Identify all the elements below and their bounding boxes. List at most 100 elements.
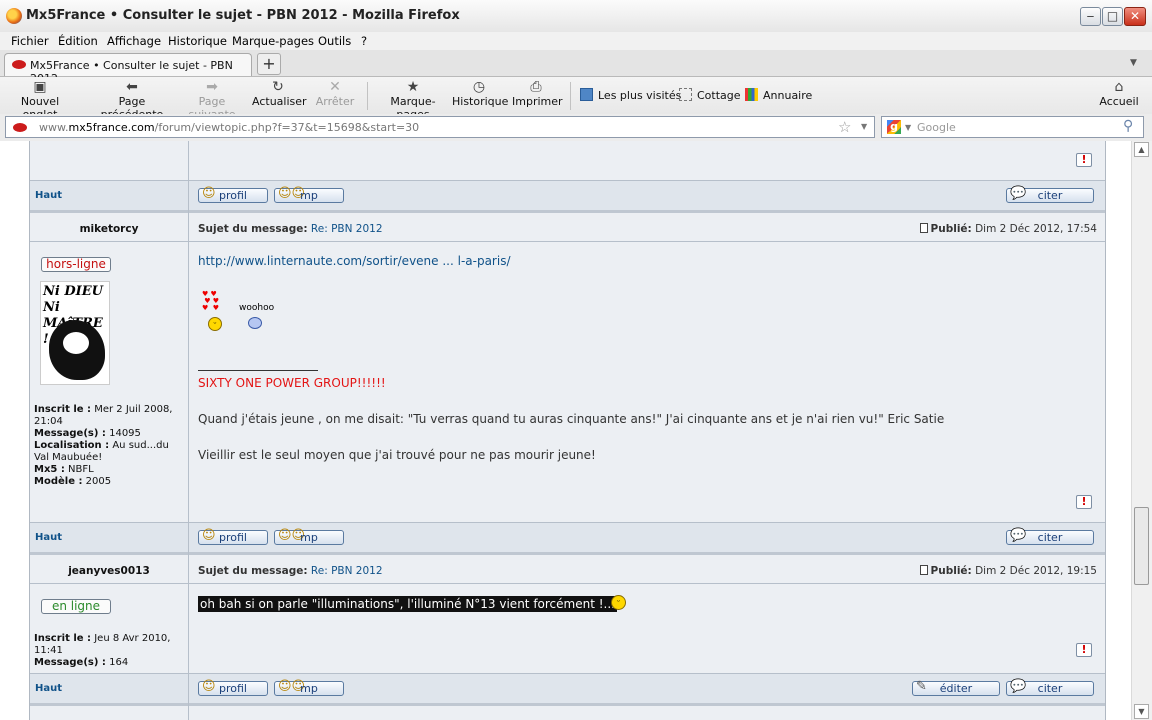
stop-label: Arrêter [315,95,355,108]
avatar-face [61,330,91,356]
bookmark-cottage[interactable]: Cottage [679,88,741,102]
menu-historique[interactable]: Historique [168,34,227,48]
profile-button[interactable]: ☺ profil [198,528,268,545]
minimize-button[interactable]: ‒ [1080,7,1101,26]
post-footer [30,523,1105,552]
bookmark-star-icon[interactable]: ☆ [838,118,851,136]
stop-button[interactable]: ✕ Arrêter [313,79,357,112]
toolbar-separator [570,82,571,110]
back-button[interactable]: ⬅ Page précédente [88,79,176,121]
firefox-logo-icon [6,8,22,24]
edit-button[interactable]: ✎ éditer [912,679,1000,696]
top-link[interactable]: Haut [35,190,62,201]
top-link[interactable]: Haut [35,683,62,694]
profile-button[interactable]: ☺ profil [198,679,268,696]
column-divider [188,141,189,720]
reload-icon: ↻ [272,79,284,95]
history-button[interactable]: ◷ Historique [452,79,508,112]
new-tab-toolbar-button[interactable]: ▣ Nouvel onglet [5,79,75,121]
search-magnifier-icon[interactable]: ⚲ [1123,118,1133,134]
report-button[interactable]: ! [1076,495,1092,509]
speech-bubble-icon: 💬 [1010,186,1027,201]
quote-button[interactable]: 💬 citer [1006,186,1094,203]
bookmark-label: Les plus visités [598,89,682,102]
pm-button[interactable]: ☺☺ mp [274,679,344,696]
prev-post-footer [30,181,1105,210]
bookmark-label: Cottage [697,89,741,102]
window-titlebar: Mx5France • Consulter le sujet - PBN 201… [0,0,1152,33]
menu-help[interactable]: ? [361,34,367,48]
bookmark-annuaire[interactable]: Annuaire [745,88,812,102]
close-button[interactable]: ✕ [1124,7,1146,26]
top-link[interactable]: Haut [35,532,62,543]
bookmark-most-visited[interactable]: Les plus visités [580,88,681,102]
reload-label: Actualiser [252,95,307,108]
post-link[interactable]: http://www.linternaute.com/sortir/evene … [198,254,511,268]
search-engine-dropdown-icon[interactable]: ▼ [905,123,911,132]
forum-topic-table: ! Haut ☺ profil ☺☺ mp 💬 citer miketorcy Suj… [29,141,1106,720]
print-button[interactable]: ⎙ Imprimer [512,79,563,112]
new-tab-icon: ▣ [33,79,47,95]
google-logo-icon[interactable]: g [887,120,901,134]
bookmark-label: Annuaire [763,89,813,102]
user-icon: ☺ [202,186,216,201]
back-arrow-icon: ⬅ [126,79,138,95]
menu-bar: Fichier Édition Affichage Historique Mar… [0,32,1152,50]
next-post-header [30,706,1105,720]
new-tab-button[interactable]: + [257,53,281,75]
quote-button[interactable]: 💬 citer [1006,679,1094,696]
hearts-icon: ♥ ♥ ♥ ♥ ♥ ♥ [202,290,220,312]
user-icon: ☺ [202,679,216,694]
menu-fichier[interactable]: Fichier [11,34,49,48]
post-author[interactable]: jeanyves0013 [30,565,188,577]
window-title: Mx5France • Consulter le sujet - PBN 201… [26,8,460,23]
woohoo-smiley-icon [248,317,262,329]
post-author[interactable]: miketorcy [30,223,188,235]
smiley-caption: woohoo [239,303,275,313]
status-badge: hors-ligne [41,257,111,272]
signature-quote: Quand j'étais jeune , on me disait: "Tu … [198,412,945,426]
scroll-down-icon[interactable]: ▼ [1134,704,1149,719]
author-profile-info: Inscrit le : Mer 2 Juil 2008, 21:04 Mess… [34,404,173,487]
scroll-up-icon[interactable]: ▲ [1134,142,1149,157]
signature-title: SIXTY ONE POWER GROUP!!!!!! [198,376,386,390]
menu-marque-pages[interactable]: Marque-pages [232,34,314,48]
tab-mx5france[interactable]: Mx5France • Consulter le sujet - PBN 201… [4,53,252,85]
menu-outils[interactable]: Outils [318,34,351,48]
search-box[interactable]: g ▼ Google ⚲ [881,116,1144,138]
home-button[interactable]: ⌂ Accueil [1098,79,1140,112]
speech-bubble-icon: 💬 [1010,528,1027,543]
clock-icon: ◷ [472,79,486,95]
reload-button[interactable]: ↻ Actualiser [252,79,307,112]
signature-divider [198,370,318,371]
pm-button[interactable]: ☺☺ mp [274,186,344,203]
post-date: Publié: Dim 2 Déc 2012, 17:54 [919,223,1097,235]
maximize-button[interactable]: □ [1102,7,1123,26]
mx5-favicon-icon [13,123,27,132]
tab-list-chevron-icon[interactable]: ▼ [1130,58,1137,68]
pm-button[interactable]: ☺☺ mp [274,528,344,545]
report-button[interactable]: ! [1076,153,1092,167]
home-icon: ⌂ [1114,79,1124,95]
page-viewport: ! Haut ☺ profil ☺☺ mp 💬 citer miketorcy Suj… [0,141,1131,720]
forward-button[interactable]: ➡ Page suivante [176,79,248,121]
bookmarks-button[interactable]: ★ Marque-pages [376,79,450,121]
pencil-icon: ✎ [916,679,927,694]
profile-button[interactable]: ☺ profil [198,186,268,203]
menu-edition[interactable]: Édition [58,34,98,48]
address-bar[interactable]: www.mx5france.com/forum/viewtopic.php?f=… [5,116,875,138]
vertical-scrollbar[interactable]: ▲ ▼ [1131,141,1152,720]
quote-button[interactable]: 💬 citer [1006,528,1094,545]
menu-affichage[interactable]: Affichage [107,34,161,48]
avatar: Ni DIEUNi MAîTRE ! [40,281,110,385]
user-icon: ☺ [202,528,216,543]
print-label: Imprimer [512,95,563,108]
stop-icon: ✕ [329,79,341,95]
smiley-icon: ᵕ [611,595,626,610]
author-profile-info: Inscrit le : Jeu 8 Avr 2010, 11:41 Messa… [34,633,171,668]
report-button[interactable]: ! [1076,643,1092,657]
forward-arrow-icon: ➡ [206,79,218,95]
annuaire-icon [745,88,758,101]
url-dropdown-icon[interactable]: ▼ [861,122,867,131]
scroll-thumb[interactable] [1134,507,1149,585]
